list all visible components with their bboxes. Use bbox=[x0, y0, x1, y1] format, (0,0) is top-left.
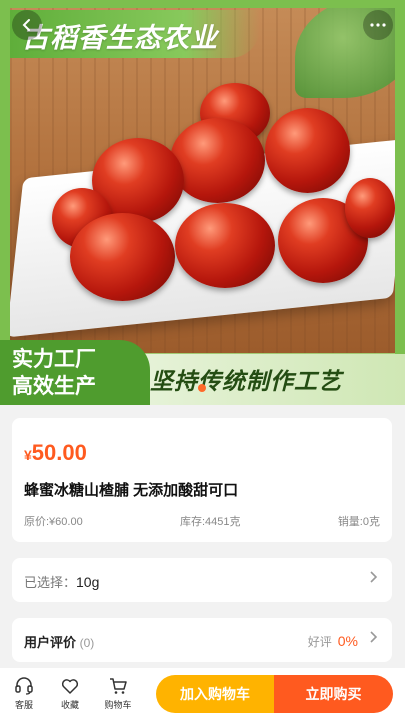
brand-name: 古稻香生态农业 bbox=[22, 23, 218, 54]
review-label: 用户评价 (0) bbox=[24, 632, 94, 651]
price: ¥50.00 bbox=[24, 440, 87, 466]
customer-service-button[interactable]: 客服 bbox=[4, 676, 44, 711]
back-button[interactable] bbox=[12, 10, 42, 40]
review-count: (0) bbox=[79, 636, 95, 650]
buy-now-button[interactable]: 立即购买 bbox=[274, 675, 393, 713]
original-price: 原价:¥60.00 bbox=[24, 516, 83, 528]
slogan-right-text: 坚持传统制作工艺 bbox=[150, 369, 342, 395]
positive-rate: 好评 0% bbox=[308, 633, 358, 650]
spec-value: 10g bbox=[76, 574, 100, 590]
currency-symbol: ¥ bbox=[24, 447, 32, 463]
chevron-right-icon bbox=[368, 630, 378, 649]
slogan-line-1: 实力工厂 bbox=[12, 347, 96, 371]
reviews-row[interactable]: 用户评价 (0) 好评 0% bbox=[12, 618, 392, 662]
favorite-button[interactable]: 收藏 bbox=[50, 676, 90, 711]
slogan-left: 实力工厂 高效生产 bbox=[0, 340, 150, 405]
stock: 库存:4451克 bbox=[180, 516, 241, 528]
price-value: 50.00 bbox=[31, 440, 87, 465]
carousel-indicator[interactable] bbox=[198, 384, 206, 392]
chevron-right-icon bbox=[368, 570, 378, 589]
chevron-left-icon bbox=[22, 19, 30, 31]
slogan-line-2: 高效生产 bbox=[12, 374, 96, 398]
cart-button[interactable]: 购物车 bbox=[98, 676, 138, 711]
headset-icon bbox=[15, 677, 33, 695]
positive-rate-value: 0% bbox=[337, 633, 358, 649]
heart-icon bbox=[61, 679, 79, 694]
add-to-cart-button[interactable]: 加入购物车 bbox=[156, 675, 274, 713]
product-image-carousel[interactable]: 古稻香生态农业 实力工厂 高效生产 坚持传统制作工艺 bbox=[0, 0, 405, 405]
spec-selector[interactable]: 已选择：10g bbox=[12, 558, 392, 602]
shopping-cart-icon bbox=[110, 678, 127, 694]
sales: 销量:0克 bbox=[337, 516, 380, 528]
product-info-card: ¥50.00 蜂蜜冰糖山楂脯 无添加酸甜可口 原价:¥60.00 库存:4451… bbox=[12, 418, 392, 542]
positive-rate-label: 好评 bbox=[307, 635, 332, 649]
more-button[interactable] bbox=[363, 10, 393, 40]
review-label-text: 用户评价 bbox=[24, 635, 77, 650]
product-title: 蜂蜜冰糖山楂脯 无添加酸甜可口 bbox=[24, 482, 239, 499]
favorite-label: 收藏 bbox=[60, 700, 79, 710]
customer-service-label: 客服 bbox=[14, 700, 33, 710]
bottom-action-bar: 客服 收藏 购物车 加入购物车 立即购买 bbox=[0, 668, 405, 720]
cart-label: 购物车 bbox=[104, 700, 132, 710]
more-dots-icon bbox=[370, 23, 386, 27]
spec-label-text: 已选择： bbox=[24, 575, 77, 590]
spec-label: 已选择：10g bbox=[24, 572, 99, 591]
